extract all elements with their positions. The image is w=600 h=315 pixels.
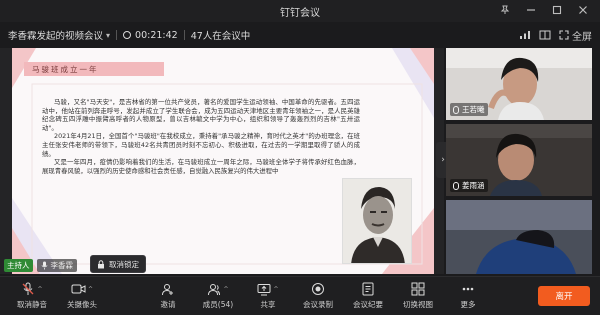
- info-bar-actions: 全屏: [519, 28, 592, 43]
- video-sidebar: 王若曦 姜雨涵: [446, 48, 592, 274]
- divider: [116, 30, 118, 40]
- more-icon: [461, 281, 475, 297]
- share-button[interactable]: ^ 共享: [240, 281, 296, 310]
- slide-paragraph: 马骏，又名"马天安"，是吉林省的第一位共产党员，著名的爱国学生运动领袖、中国革命…: [42, 98, 360, 132]
- microphone-icon: [453, 181, 459, 190]
- signal-icon[interactable]: [519, 30, 531, 40]
- pin-icon[interactable]: [498, 3, 512, 17]
- minimize-icon[interactable]: [524, 3, 538, 17]
- add-user-icon: [161, 281, 175, 297]
- meeting-info-bar: 李香霖发起的视频会议 ▾ 00:21:42 47人在会议中 全屏: [0, 24, 600, 46]
- participant-video: [446, 200, 592, 274]
- presentation-slide: 马骏班成立一年 马骏，又名"马天安"，是吉林省的第一位共产党员，著名的爱国学生运…: [12, 48, 434, 274]
- shared-screen: 马骏班成立一年 马骏，又名"马天安"，是吉林省的第一位共产党员，著名的爱国学生运…: [0, 48, 444, 274]
- lock-icon: [98, 259, 104, 268]
- chevron-up-icon[interactable]: ^: [273, 286, 278, 293]
- members-icon: ^: [207, 281, 229, 297]
- host-role-badge: 主持人: [4, 258, 33, 272]
- layout-icon[interactable]: [539, 30, 551, 40]
- microphone-icon: [453, 105, 459, 114]
- microphone-off-icon: ^: [21, 281, 43, 297]
- chevron-up-icon[interactable]: ^: [223, 286, 228, 293]
- microphone-icon: [41, 261, 47, 269]
- members-button[interactable]: ^ 成员(54): [190, 281, 246, 310]
- title-bar: 钉钉会议: [0, 0, 600, 22]
- host-name-tag: 李香霖: [36, 258, 77, 272]
- participant-name-tag: 王若曦: [450, 103, 488, 116]
- participants-status[interactable]: 47人在会议中: [191, 28, 251, 42]
- maximize-icon[interactable]: [550, 3, 564, 17]
- switch-view-button[interactable]: 切换视图: [390, 281, 446, 310]
- window-title: 钉钉会议: [280, 7, 320, 19]
- invite-label: 邀请: [160, 300, 176, 309]
- invite-button[interactable]: 邀请: [140, 281, 196, 310]
- timer-icon: [123, 31, 132, 39]
- video-tile[interactable]: 王若曦: [446, 48, 592, 120]
- slide-paragraph: 2021年4月21日，全国首个"马骏班"在我校成立，秉持着"承马骏之精神，育时代…: [42, 132, 360, 158]
- participant-name-tag: 姜雨涵: [450, 179, 488, 192]
- minutes-label: 会议纪要: [353, 300, 383, 309]
- minutes-button[interactable]: 会议纪要: [340, 281, 396, 310]
- record-icon: [311, 281, 325, 297]
- members-label: 成员(54): [202, 300, 234, 309]
- mute-label: 取消静音: [17, 300, 47, 309]
- record-button[interactable]: 会议录制: [290, 281, 346, 310]
- close-icon[interactable]: [576, 3, 590, 17]
- divider: [183, 30, 185, 40]
- window-controls: [498, 3, 590, 17]
- unlock-label: 取消锁定: [109, 259, 139, 269]
- fullscreen-label: 全屏: [572, 31, 592, 43]
- mute-button[interactable]: ^ 取消静音: [4, 281, 60, 310]
- share-label: 共享: [260, 300, 276, 309]
- chevron-down-icon[interactable]: ▾: [106, 31, 110, 40]
- leave-button[interactable]: 离开: [538, 286, 590, 306]
- participant-name: 王若曦: [462, 105, 485, 114]
- slide-paragraph: 又是一年四月，疫情仍影响着我们的生活，在马骏班成立一周年之际，马骏班全体学子将传…: [42, 158, 360, 175]
- portrait-photo: [342, 178, 412, 264]
- share-screen-icon: ^: [257, 281, 279, 297]
- more-button[interactable]: 更多: [440, 281, 496, 310]
- meeting-topic[interactable]: 李香霖发起的视频会议: [8, 28, 103, 42]
- video-tile[interactable]: [446, 200, 592, 274]
- notes-icon: [362, 281, 374, 297]
- slide-title: 马骏班成立一年: [24, 62, 164, 76]
- fullscreen-button[interactable]: 全屏: [559, 28, 592, 43]
- participant-name: 姜雨涵: [462, 181, 485, 190]
- fullscreen-icon: [559, 30, 569, 40]
- slide-body: 马骏，又名"马天安"，是吉林省的第一位共产党员，著名的爱国学生运动领袖、中国革命…: [42, 98, 360, 175]
- chevron-up-icon[interactable]: ^: [37, 286, 42, 293]
- camera-icon: ^: [71, 281, 93, 297]
- meeting-timer: 00:21:42: [135, 29, 178, 41]
- meeting-toolbar: ^ 取消静音 ^ 关摄像头 邀请 ^ 成员(54) ^ 共享 会议录制 会议纪要…: [0, 276, 600, 315]
- host-label: 主持人 李香霖: [4, 258, 77, 272]
- more-label: 更多: [460, 300, 476, 309]
- camera-label: 关摄像头: [67, 300, 97, 309]
- chevron-up-icon[interactable]: ^: [88, 286, 93, 293]
- meeting-window: 钉钉会议 李香霖发起的视频会议 ▾ 00:21:42 47人在会议中 全屏 马骏…: [0, 0, 600, 315]
- switch-view-label: 切换视图: [403, 300, 433, 309]
- grid-view-icon: [411, 281, 425, 297]
- unlock-button[interactable]: 取消锁定: [90, 255, 146, 273]
- video-tile[interactable]: 姜雨涵: [446, 124, 592, 196]
- host-name: 李香霖: [50, 260, 74, 270]
- camera-button[interactable]: ^ 关摄像头: [54, 281, 110, 310]
- record-label: 会议录制: [303, 300, 333, 309]
